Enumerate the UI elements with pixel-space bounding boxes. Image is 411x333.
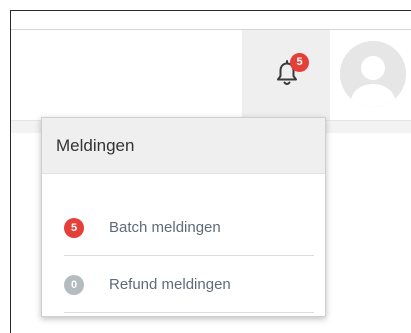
notifications-dropdown: Meldingen 5 Batch meldingen 0 Refund mel… [41, 117, 326, 317]
avatar-placeholder-icon [340, 41, 406, 107]
notifications-button[interactable]: 5 [242, 30, 330, 120]
notification-item-batch[interactable]: 5 Batch meldingen [64, 200, 314, 256]
user-avatar[interactable] [340, 41, 406, 107]
refund-label: Refund meldingen [109, 276, 231, 293]
batch-count-badge: 5 [64, 218, 84, 238]
notification-item-refund[interactable]: 0 Refund meldingen [64, 257, 314, 313]
refund-count-badge: 0 [64, 275, 84, 295]
notification-count-badge: 5 [290, 53, 309, 72]
top-navigation-bar: 5 [11, 29, 411, 120]
batch-label: Batch meldingen [109, 219, 221, 236]
app-window: 5 Meldingen 5 Batch meldingen 0 Refund m… [10, 10, 411, 333]
dropdown-title: Meldingen [42, 118, 325, 174]
